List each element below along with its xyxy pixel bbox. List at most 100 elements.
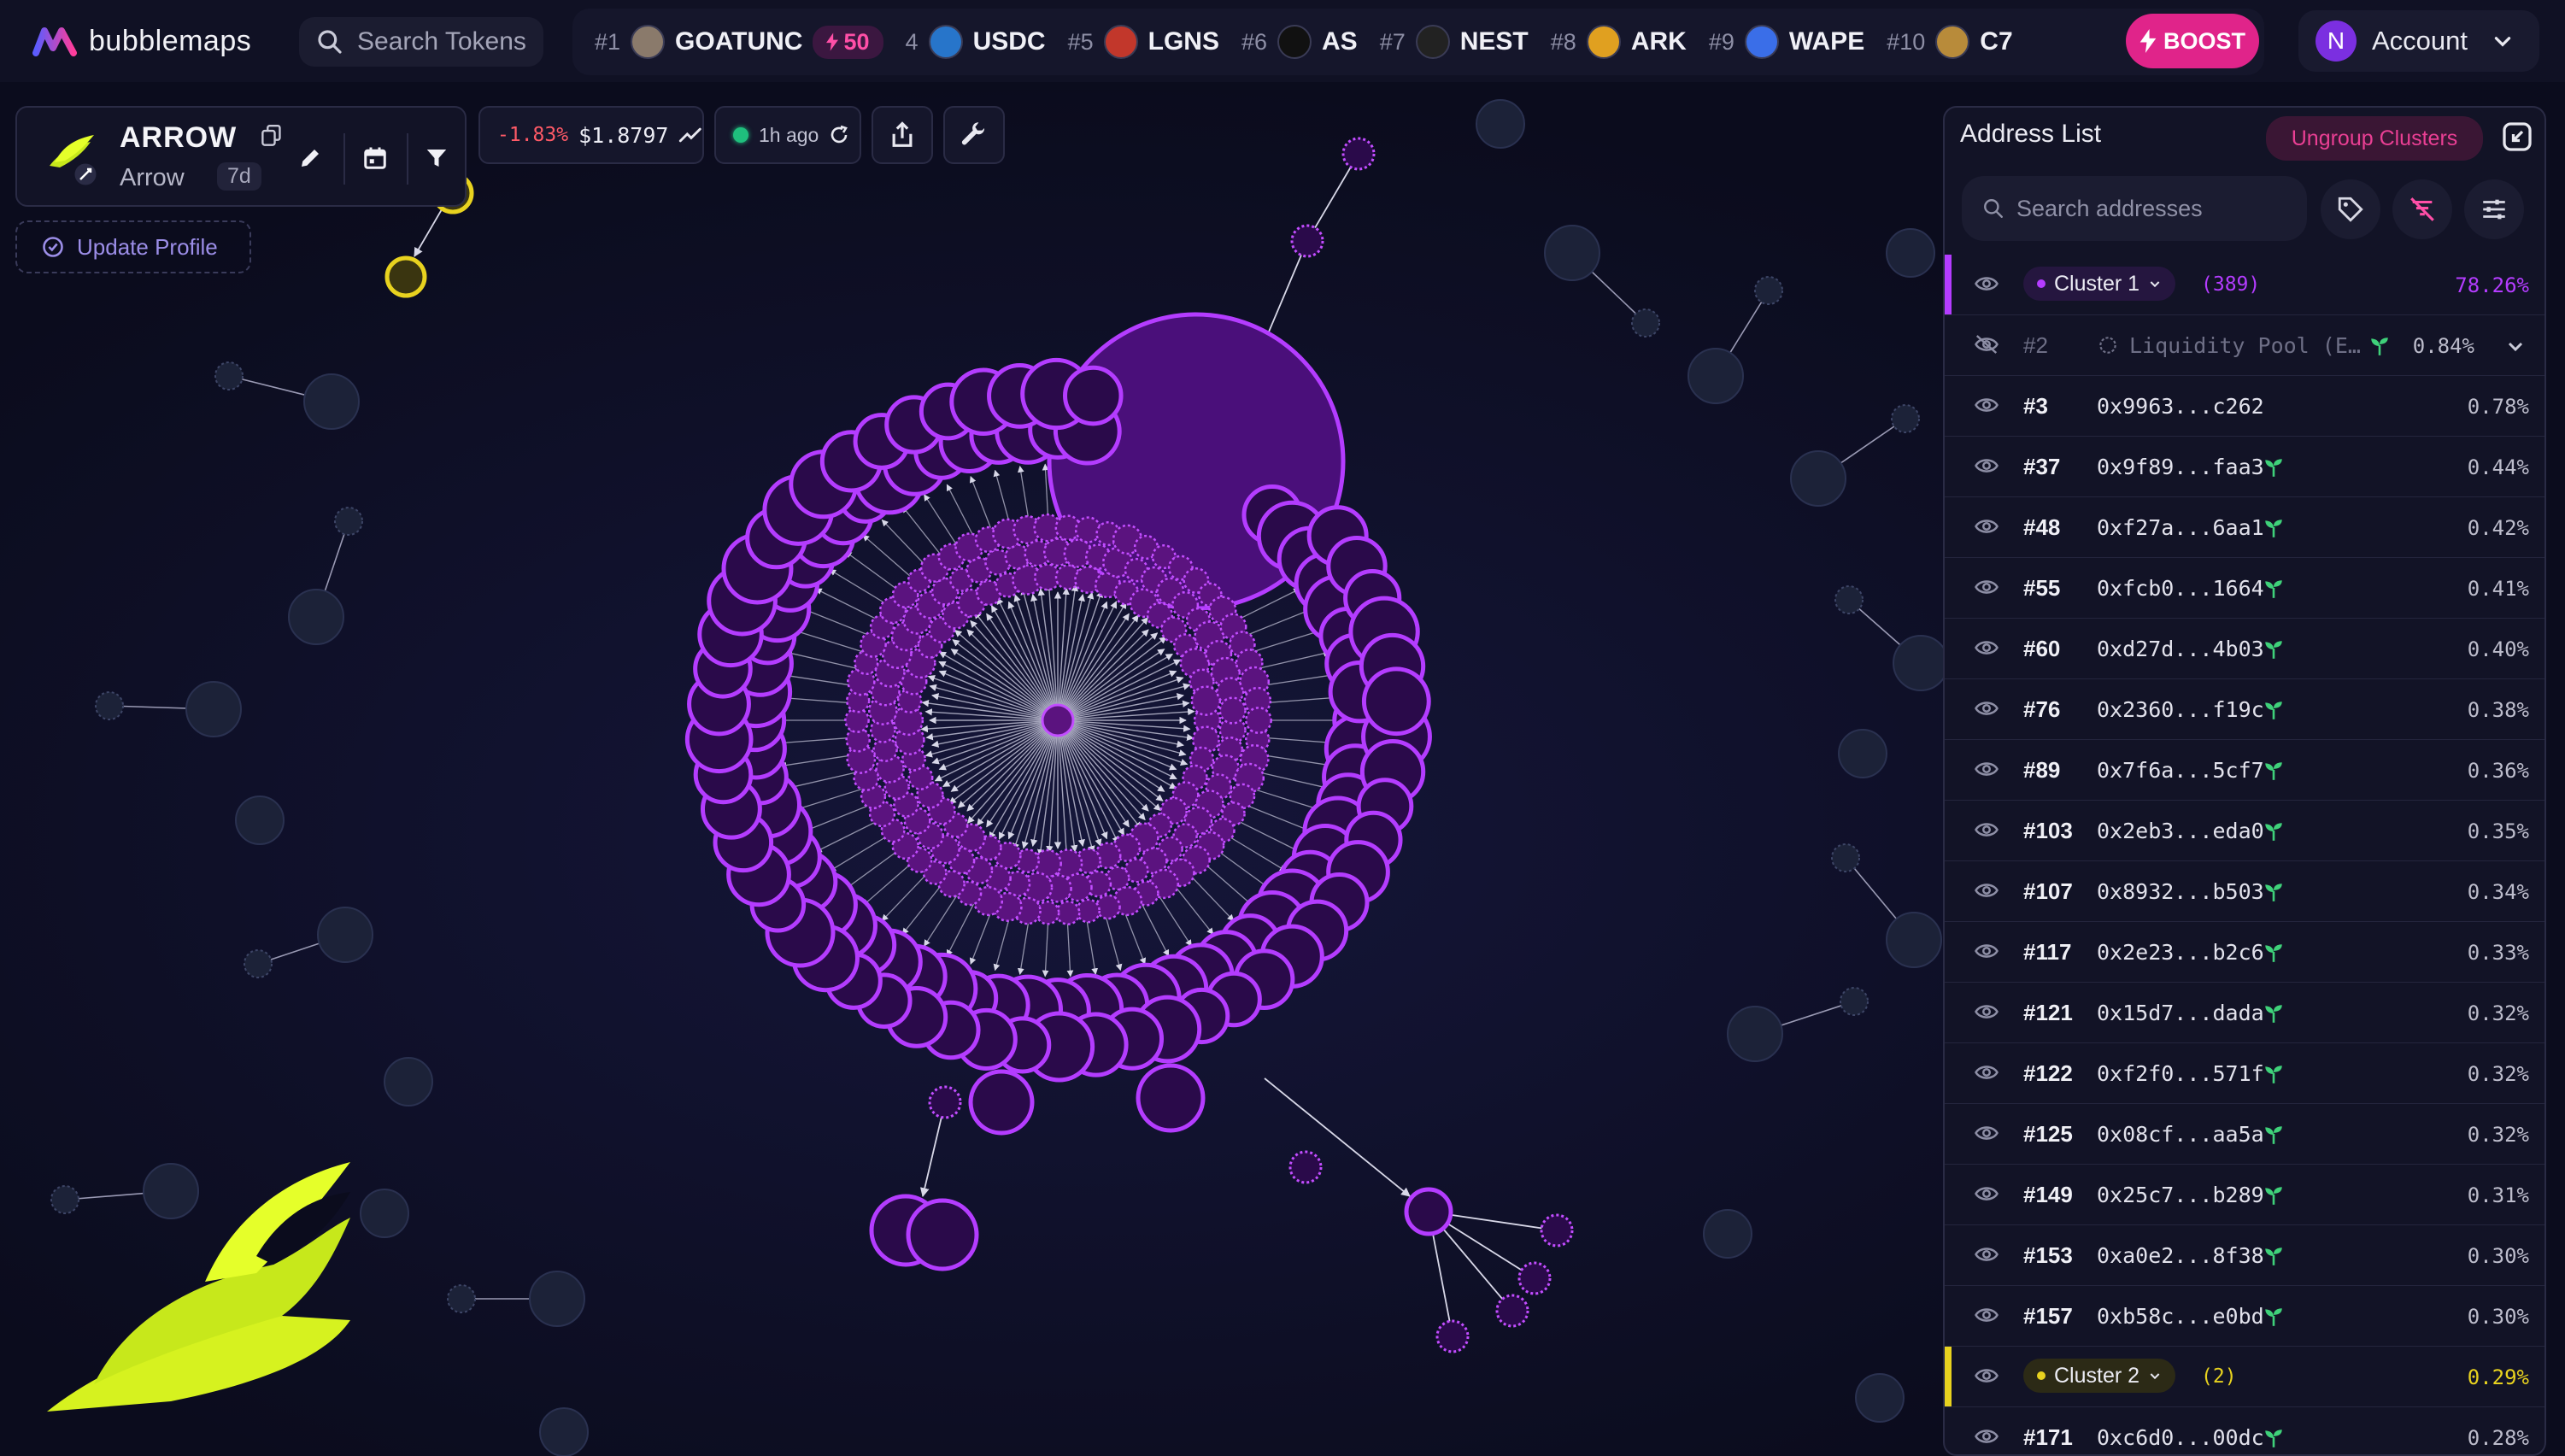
eye-icon[interactable]	[1974, 1001, 1999, 1023]
ticker-item[interactable]: #1 GOATUNC 50	[595, 25, 883, 59]
address-row[interactable]: #60 0xd27d...4b03 0.40%	[1945, 619, 2544, 679]
eye-icon[interactable]	[1974, 1061, 1999, 1083]
address-row[interactable]: #55 0xfcb0...1664 0.41%	[1945, 558, 2544, 619]
eye-icon[interactable]	[1974, 1365, 1999, 1387]
wallet-bubble[interactable]	[1893, 635, 1949, 691]
wallet-bubble[interactable]	[1631, 308, 1660, 338]
wallet-bubble[interactable]	[1245, 707, 1272, 734]
wallet-bubble[interactable]	[968, 1069, 1035, 1136]
eye-icon[interactable]	[1974, 1243, 1999, 1265]
hub-wallet-bubble[interactable]	[1041, 703, 1075, 737]
wallet-bubble[interactable]	[185, 681, 242, 737]
eye-icon[interactable]	[1974, 1122, 1999, 1144]
account-menu-button[interactable]: N Account	[2298, 10, 2539, 72]
wallet-bubble[interactable]	[235, 796, 285, 845]
wallet-bubble[interactable]	[906, 1198, 979, 1271]
refresh-button[interactable]: 1h ago	[714, 106, 861, 164]
wallet-bubble[interactable]	[360, 1189, 409, 1238]
ticker-item[interactable]: #10 C7	[1887, 25, 2013, 59]
eye-icon[interactable]	[1974, 819, 1999, 841]
wallet-bubble[interactable]	[1834, 585, 1864, 614]
address-row[interactable]: #89 0x7f6a...5cf7 0.36%	[1945, 740, 2544, 801]
wallet-bubble[interactable]	[1855, 1373, 1905, 1423]
ticker-item[interactable]: #5 LGNS	[1068, 25, 1219, 59]
eye-icon[interactable]	[1974, 758, 1999, 780]
eye-icon[interactable]	[1974, 1304, 1999, 1326]
wallet-bubble[interactable]	[1754, 276, 1783, 305]
wallet-bubble[interactable]	[1435, 1319, 1470, 1353]
wallet-bubble[interactable]	[303, 373, 360, 430]
wallet-bubble[interactable]	[1831, 843, 1860, 872]
wallet-bubble[interactable]	[1190, 685, 1222, 716]
eye-icon[interactable]	[1974, 576, 1999, 598]
cluster-row[interactable]: Cluster 1 (389) 78.26%	[1945, 255, 2544, 315]
wallet-bubble[interactable]	[1055, 900, 1081, 925]
settings-sliders-button[interactable]	[2464, 179, 2524, 239]
wallet-bubble[interactable]	[447, 1284, 476, 1313]
wallet-bubble[interactable]	[1495, 1294, 1529, 1328]
wallet-bubble[interactable]	[1341, 137, 1376, 171]
wallet-bubble[interactable]	[1540, 1213, 1574, 1248]
eye-icon[interactable]	[1974, 394, 1999, 416]
tag-filter-button[interactable]	[2321, 179, 2380, 239]
eye-icon[interactable]	[1974, 273, 1999, 295]
wallet-bubble[interactable]	[288, 589, 344, 645]
address-row[interactable]: #122 0xf2f0...571f 0.32%	[1945, 1043, 2544, 1104]
eye-off-icon[interactable]	[1974, 333, 1999, 355]
wallet-bubble[interactable]	[844, 707, 870, 733]
eye-icon[interactable]	[1974, 515, 1999, 537]
eye-icon[interactable]	[1974, 1183, 1999, 1205]
boost-button[interactable]: BOOST	[2126, 14, 2259, 68]
wallet-bubble[interactable]	[1288, 1150, 1323, 1184]
wallet-bubble[interactable]	[1840, 987, 1869, 1016]
address-row[interactable]: #103 0x2eb3...eda0 0.35%	[1945, 801, 2544, 861]
eye-icon[interactable]	[1974, 940, 1999, 962]
tools-button[interactable]	[943, 106, 1005, 164]
share-button[interactable]	[872, 106, 933, 164]
filter-button[interactable]	[415, 137, 458, 179]
wallet-bubble[interactable]	[1517, 1261, 1552, 1295]
wallet-bubble[interactable]	[1544, 225, 1600, 281]
eye-icon[interactable]	[1974, 1425, 1999, 1447]
address-row[interactable]: #171 0xc6d0...00dc 0.28%	[1945, 1407, 2544, 1454]
eye-icon[interactable]	[1974, 879, 1999, 901]
hide-contracts-button[interactable]	[2392, 179, 2452, 239]
address-row[interactable]: #149 0x25c7...b289 0.31%	[1945, 1165, 2544, 1225]
copy-icon[interactable]	[261, 125, 282, 147]
wallet-bubble[interactable]	[1727, 1006, 1783, 1062]
ticker-item[interactable]: #9 WAPE	[1709, 25, 1864, 59]
wallet-bubble[interactable]	[1891, 404, 1920, 433]
wallet-bubble[interactable]	[1703, 1209, 1752, 1259]
price-chart-button[interactable]: -1.83% $1.8797	[478, 106, 704, 164]
wallet-bubble[interactable]	[244, 949, 273, 978]
wallet-bubble[interactable]	[1076, 898, 1101, 924]
wallet-bubble[interactable]	[1790, 450, 1846, 507]
wallet-bubble[interactable]	[334, 507, 363, 536]
wallet-bubble[interactable]	[529, 1271, 585, 1327]
address-row[interactable]: #37 0x9f89...faa3 0.44%	[1945, 437, 2544, 497]
cluster-dropdown[interactable]: Cluster 1	[2023, 267, 2176, 301]
wallet-bubble[interactable]	[1063, 365, 1124, 426]
wallet-bubble[interactable]	[1476, 99, 1525, 149]
app-logo[interactable]: bubblemaps	[32, 21, 251, 62]
update-profile-button[interactable]: Update Profile	[15, 220, 251, 273]
wallet-bubble[interactable]	[317, 907, 373, 963]
wallet-bubble[interactable]	[1136, 1063, 1206, 1133]
ticker-item[interactable]: #6 AS	[1241, 25, 1358, 59]
ungroup-clusters-button[interactable]: Ungroup Clusters	[2266, 116, 2483, 161]
edit-button[interactable]	[289, 137, 332, 179]
wallet-bubble[interactable]	[50, 1185, 79, 1214]
address-row[interactable]: #153 0xa0e2...8f38 0.30%	[1945, 1225, 2544, 1286]
wallet-bubble[interactable]	[1290, 224, 1324, 258]
search-tokens-input[interactable]: Search Tokens	[299, 17, 543, 67]
search-addresses-input[interactable]: Search addresses	[1962, 176, 2307, 241]
address-row[interactable]: #157 0xb58c...e0bd 0.30%	[1945, 1286, 2544, 1347]
address-row[interactable]: #107 0x8932...b503 0.34%	[1945, 861, 2544, 922]
address-row[interactable]: #117 0x2e23...b2c6 0.33%	[1945, 922, 2544, 983]
wallet-bubble[interactable]	[1095, 894, 1121, 920]
wallet-bubble[interactable]	[384, 1057, 433, 1107]
collapse-panel-button[interactable]	[2498, 118, 2536, 156]
wallet-bubble[interactable]	[928, 1085, 962, 1119]
ticker-item[interactable]: #8 ARK	[1551, 25, 1687, 59]
eye-icon[interactable]	[1974, 455, 1999, 477]
